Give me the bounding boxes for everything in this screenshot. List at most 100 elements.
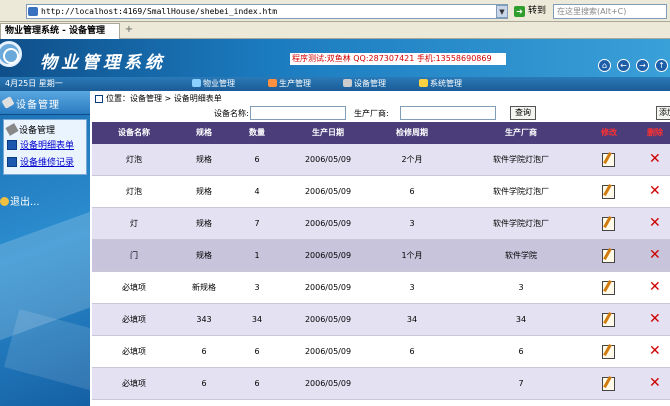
tab-bar: 物业管理系统 - 设备管理 + xyxy=(0,22,670,39)
sidebar-panel: 设备管理 设备明细表单 设备维修记录 xyxy=(3,119,87,175)
back-icon[interactable]: ← xyxy=(617,59,630,72)
logout-icon xyxy=(0,197,9,206)
breadcrumb: 位置：设备管理 > 设备明细表单 xyxy=(92,93,670,105)
logout-link[interactable]: 退出... xyxy=(0,193,40,208)
table-cell-qty: 34 xyxy=(251,315,263,324)
table-cell-date: 2006/05/09 xyxy=(304,219,352,228)
table-cell-date: 2006/05/09 xyxy=(304,155,352,164)
table-cell-cycle: 1个月 xyxy=(401,251,423,260)
page-icon xyxy=(28,7,38,16)
go-button-label: 转到 xyxy=(528,6,547,16)
table-cell-qty: 3 xyxy=(254,283,260,292)
go-button[interactable]: ➜ 转到 xyxy=(512,4,550,19)
edit-icon[interactable] xyxy=(602,377,615,391)
address-bar[interactable]: http://localhost:4169/SmallHouse/shebei_… xyxy=(26,4,508,19)
menu-bar: 4月25日 星期一 物业管理 生产管理 设备管理 系统管理 xyxy=(0,77,670,91)
table-header: 设备名称 规格 数量 生产日期 检修周期 生产厂商 修改 删除 xyxy=(92,122,670,144)
delete-icon[interactable]: ✕ xyxy=(649,312,661,326)
edit-icon[interactable] xyxy=(602,185,615,199)
forward-icon[interactable]: → xyxy=(636,59,649,72)
new-tab-button[interactable]: + xyxy=(122,24,136,37)
column-header: 修改 xyxy=(601,128,617,137)
table-cell-name: 必填项 xyxy=(122,379,146,388)
column-header: 检修周期 xyxy=(396,128,428,137)
delete-icon[interactable]: ✕ xyxy=(649,344,661,358)
delete-icon[interactable]: ✕ xyxy=(649,376,661,390)
table-cell-cycle: 6 xyxy=(409,187,415,196)
table-cell-date: 2006/05/09 xyxy=(304,187,352,196)
name-label: 设备名称: xyxy=(214,109,249,118)
maker-input[interactable] xyxy=(400,106,496,120)
table-cell-spec: 6 xyxy=(201,379,207,388)
menu-item-property[interactable]: 物业管理 xyxy=(192,78,235,90)
column-header: 规格 xyxy=(196,128,212,137)
system-icon xyxy=(419,79,428,87)
delete-icon[interactable]: ✕ xyxy=(649,280,661,294)
sidebar-header[interactable]: 设备管理 xyxy=(0,91,90,115)
form-icon xyxy=(7,157,17,167)
table-cell-cycle: 3 xyxy=(409,283,415,292)
column-header: 数量 xyxy=(249,128,265,137)
table-cell-spec: 新规格 xyxy=(192,283,216,292)
table-cell-name: 必填项 xyxy=(122,283,146,292)
up-icon[interactable]: ↑ xyxy=(655,59,668,72)
menu-item-production[interactable]: 生产管理 xyxy=(268,78,311,90)
edit-icon[interactable] xyxy=(602,249,615,263)
sidebar-item-equipment-list[interactable]: 设备明细表单 xyxy=(7,138,74,151)
table-row: 必填项 343 34 2006/05/09 34 34 ✕ xyxy=(92,304,670,336)
date-text: 4月25日 星期一 xyxy=(5,79,63,88)
column-header: 生产厂商 xyxy=(505,128,537,137)
maker-label: 生产厂商: xyxy=(354,109,389,118)
logo-icon xyxy=(0,41,22,67)
edit-icon[interactable] xyxy=(602,313,615,327)
table-row: 必填项 新规格 3 2006/05/09 3 3 ✕ xyxy=(92,272,670,304)
delete-icon[interactable]: ✕ xyxy=(649,184,661,198)
search-input[interactable]: 在这里搜索(Alt+C) xyxy=(553,4,667,19)
menu-item-system[interactable]: 系统管理 xyxy=(419,78,462,90)
table-cell-maker: 软件学院灯泡厂 xyxy=(493,187,549,196)
table-cell-maker: 3 xyxy=(518,283,524,292)
table-cell-name: 必填项 xyxy=(122,347,146,356)
table-cell-cycle: 6 xyxy=(409,347,415,356)
delete-icon[interactable]: ✕ xyxy=(649,152,661,166)
edit-icon[interactable] xyxy=(602,281,615,295)
table-cell-name: 门 xyxy=(130,251,138,260)
table-cell-name: 必填项 xyxy=(122,315,146,324)
add-button[interactable]: 添加 xyxy=(656,106,670,120)
table-cell-maker: 软件学院 xyxy=(505,251,537,260)
address-toolbar: http://localhost:4169/SmallHouse/shebei_… xyxy=(0,0,670,22)
tab-active[interactable]: 物业管理系统 - 设备管理 xyxy=(0,23,120,39)
table-cell-qty: 7 xyxy=(254,219,260,228)
table-row: 灯泡 规格 4 2006/05/09 6 软件学院灯泡厂 ✕ xyxy=(92,176,670,208)
table-cell-date: 2006/05/09 xyxy=(304,347,352,356)
address-dropdown-button[interactable]: ▼ xyxy=(496,5,508,18)
table-cell-cycle: 3 xyxy=(409,219,415,228)
location-icon xyxy=(95,95,103,103)
table-cell-qty: 6 xyxy=(254,347,260,356)
table-cell-maker: 7 xyxy=(518,379,524,388)
name-input[interactable] xyxy=(250,106,346,120)
table-cell-maker: 6 xyxy=(518,347,524,356)
table-cell-name: 灯泡 xyxy=(126,155,142,164)
wrench-icon xyxy=(1,96,15,109)
table-cell-qty: 4 xyxy=(254,187,260,196)
table-cell-qty: 6 xyxy=(254,379,260,388)
table-row: 门 规格 1 2006/05/09 1个月 软件学院 ✕ xyxy=(92,240,670,272)
sidebar-item-repair-record[interactable]: 设备维修记录 xyxy=(7,155,74,168)
query-button[interactable]: 查询 xyxy=(510,106,536,120)
wrench-icon xyxy=(5,123,19,136)
credit-text: 程序测试:双鱼林 QQ:287307421 手机:13558690869 xyxy=(290,53,506,65)
edit-icon[interactable] xyxy=(602,153,615,167)
edit-icon[interactable] xyxy=(602,345,615,359)
table-cell-maker: 软件学院灯泡厂 xyxy=(493,155,549,164)
home-icon[interactable]: ⌂ xyxy=(598,59,611,72)
column-header: 设备名称 xyxy=(118,128,150,137)
menu-item-equipment[interactable]: 设备管理 xyxy=(343,78,386,90)
delete-icon[interactable]: ✕ xyxy=(649,216,661,230)
delete-icon[interactable]: ✕ xyxy=(649,248,661,262)
go-arrow-icon: ➜ xyxy=(514,6,525,17)
table-cell-spec: 规格 xyxy=(196,155,212,164)
decor-shape xyxy=(3,309,90,393)
table-cell-maker: 34 xyxy=(515,315,527,324)
edit-icon[interactable] xyxy=(602,217,615,231)
